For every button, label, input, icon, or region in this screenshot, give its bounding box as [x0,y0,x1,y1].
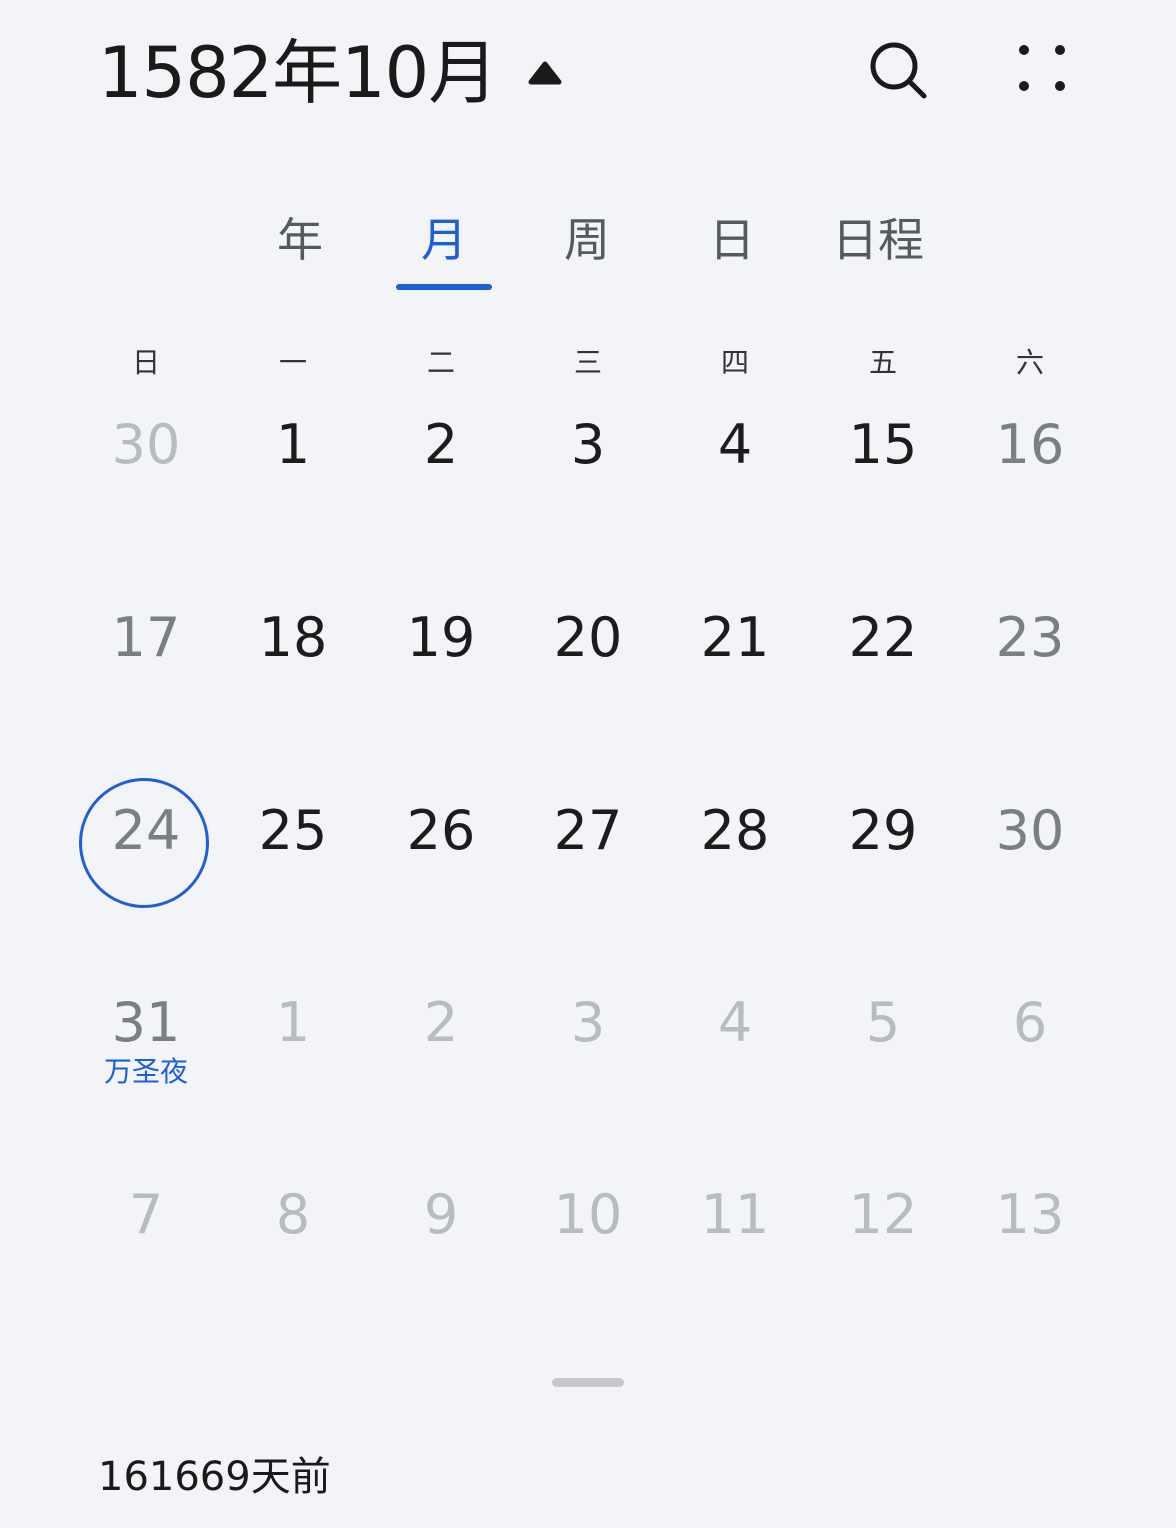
day-number: 17 [111,606,181,669]
day-cell[interactable]: 16 [960,390,1100,530]
day-cell[interactable]: 13 [960,1160,1100,1300]
day-number: 12 [848,1183,918,1246]
tab-month[interactable]: 月 [400,200,488,290]
day-cell[interactable]: 5 [813,968,953,1108]
more-button[interactable] [1004,32,1084,112]
day-number: 1 [275,413,311,476]
search-button[interactable] [858,32,938,112]
days-ago-label: 161669天前 [98,1454,331,1500]
day-number: 27 [553,799,623,862]
day-number: 5 [865,991,901,1054]
drag-handle[interactable] [552,1378,624,1387]
day-number: 30 [111,413,181,476]
caret-up-icon [527,58,563,88]
day-cell[interactable]: 22 [813,583,953,723]
day-number: 22 [848,606,918,669]
day-cell[interactable]: 8 [223,1160,363,1300]
tab-agenda[interactable]: 日程 [818,200,938,290]
day-cell[interactable]: 6 [960,968,1100,1108]
day-cell[interactable]: 18 [223,583,363,723]
day-cell[interactable]: 4 [665,390,805,530]
day-cell[interactable]: 17 [76,583,216,723]
day-cell[interactable]: 3 [518,390,658,530]
day-cell[interactable]: 27 [518,776,658,916]
day-cell[interactable]: 15 [813,390,953,530]
day-cell[interactable]: 26 [371,776,511,916]
day-number: 25 [258,799,328,862]
day-cell[interactable]: 1 [223,390,363,530]
day-number: 23 [995,606,1065,669]
day-cell[interactable]: 1 [223,968,363,1108]
weekday-fri: 五 [868,346,897,379]
day-cell[interactable]: 21 [665,583,805,723]
day-cell[interactable]: 24 [76,776,216,916]
tab-year[interactable]: 年 [256,200,344,290]
day-number: 6 [1012,991,1048,1054]
day-number: 4 [717,413,753,476]
today-ring [79,778,209,908]
day-cell[interactable]: 10 [518,1160,658,1300]
day-number: 9 [423,1183,459,1246]
day-number: 13 [995,1183,1065,1246]
month-picker[interactable]: 1582年10月 [98,28,563,118]
day-cell[interactable]: 23 [960,583,1100,723]
day-number: 11 [700,1183,770,1246]
day-cell[interactable]: 19 [371,583,511,723]
search-icon [866,38,930,106]
day-cell[interactable]: 4 [665,968,805,1108]
weekday-header: 日 一 二 三 四 五 六 [0,338,1176,388]
weekday-thu: 四 [720,346,749,379]
view-tabs: 年 月 周 日 日程 [0,200,1176,300]
day-cell[interactable]: 20 [518,583,658,723]
day-number: 28 [700,799,770,862]
day-number: 30 [995,799,1065,862]
day-cell[interactable]: 29 [813,776,953,916]
day-cell[interactable]: 3 [518,968,658,1108]
day-number: 4 [717,991,753,1054]
day-number: 19 [406,606,476,669]
day-number: 26 [406,799,476,862]
day-number: 2 [423,413,459,476]
day-number: 20 [553,606,623,669]
day-number: 10 [553,1183,623,1246]
day-cell[interactable]: 12 [813,1160,953,1300]
weekday-mon: 一 [278,346,307,379]
day-number: 18 [258,606,328,669]
day-cell[interactable]: 11 [665,1160,805,1300]
day-number: 3 [570,991,606,1054]
day-number: 16 [995,413,1065,476]
page-title: 1582年10月 [98,32,498,114]
day-cell[interactable]: 28 [665,776,805,916]
weekday-sat: 六 [1015,346,1044,379]
day-cell[interactable]: 30 [76,390,216,530]
day-number: 3 [570,413,606,476]
active-tab-indicator [396,284,492,290]
day-number: 29 [848,799,918,862]
day-cell[interactable]: 2 [371,968,511,1108]
tab-day[interactable]: 日 [688,200,776,290]
day-cell[interactable]: 7 [76,1160,216,1300]
day-cell[interactable]: 2 [371,390,511,530]
day-number: 15 [848,413,918,476]
day-cell[interactable]: 31 万圣夜 [76,968,216,1108]
day-number: 8 [275,1183,311,1246]
weekday-wed: 三 [573,346,602,379]
day-number: 2 [423,991,459,1054]
day-cell[interactable]: 9 [371,1160,511,1300]
holiday-label: 万圣夜 [103,1055,188,1088]
day-cell[interactable]: 30 [960,776,1100,916]
header: 1582年10月 [0,0,1176,150]
weekday-sun: 日 [131,346,160,379]
tab-week[interactable]: 周 [543,200,631,290]
weekday-tue: 二 [426,346,455,379]
day-number: 1 [275,991,311,1054]
day-number: 21 [700,606,770,669]
day-cell[interactable]: 25 [223,776,363,916]
day-number: 7 [128,1183,164,1246]
more-dots-icon [1014,40,1074,104]
